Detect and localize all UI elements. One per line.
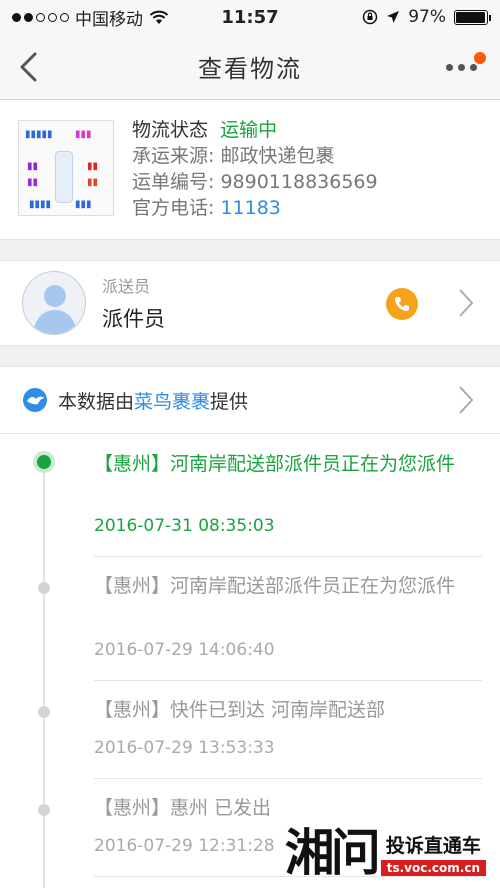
avatar <box>22 271 86 335</box>
battery-percent: 97% <box>408 7 446 27</box>
watermark-logo: 湘问 投诉直通车 ts.voc.com.cn <box>285 828 486 878</box>
phone-icon <box>395 297 409 311</box>
status-bar: 中国移动 11:57 97% <box>0 0 500 34</box>
signal-strength-icon <box>12 12 69 22</box>
phone-label: 官方电话: <box>132 197 215 219</box>
orientation-lock-icon <box>362 9 378 25</box>
phone-row: 官方电话: 11183 <box>132 198 378 219</box>
courier-row[interactable]: 派送员 派件员 <box>0 260 500 346</box>
watermark-title: 投诉直通车 <box>385 834 481 857</box>
official-phone-link[interactable]: 11183 <box>220 197 280 219</box>
cainiao-bird-icon <box>23 388 47 412</box>
timeline-event-text: 【惠州】快件已到达 河南岸配送部 <box>94 699 386 721</box>
call-courier-button[interactable] <box>386 288 418 320</box>
battery-icon <box>454 9 491 25</box>
wifi-icon <box>149 10 169 24</box>
timeline-event-text: 【惠州】河南岸配送部派件员正在为您派件 <box>94 575 456 597</box>
chevron-right-icon <box>459 289 474 317</box>
more-button[interactable] <box>446 52 486 82</box>
timeline-event-time: 2016-07-29 12:31:28 <box>94 836 275 856</box>
timeline-event-text: 【惠州】河南岸配送部派件员正在为您派件 <box>94 453 456 475</box>
timeline-divider <box>94 556 482 557</box>
battery-fill <box>456 11 486 23</box>
chevron-left-icon <box>20 52 37 82</box>
back-button[interactable] <box>18 50 48 84</box>
timeline-dot <box>38 582 50 594</box>
chevron-right-icon <box>459 386 474 414</box>
source-provider-link[interactable]: 菜鸟裹裹 <box>134 387 210 414</box>
page-title: 查看物流 <box>198 55 302 83</box>
status-left: 中国移动 <box>12 5 169 30</box>
product-thumbnail: ▮▮▮▮▮ ▮▮▮ ▮▮ ▮▮ ▮▮ ▮▮ ▮▮▮▮ ▮▮▮ <box>18 120 114 216</box>
source-prefix: 本数据由 <box>58 390 135 413</box>
timeline-dot <box>38 804 50 816</box>
timeline-dot-active <box>33 451 55 473</box>
shipment-info-card: ▮▮▮▮▮ ▮▮▮ ▮▮ ▮▮ ▮▮ ▮▮ ▮▮▮▮ ▮▮▮ 物流状态 运输中 … <box>0 100 500 240</box>
timeline-event-time: 2016-07-29 13:53:33 <box>94 738 275 758</box>
timeline-line <box>43 462 45 888</box>
notification-badge <box>474 52 486 64</box>
tracking-number: 9890118836569 <box>220 171 378 193</box>
carrier-label: 承运来源: <box>132 145 215 167</box>
status-label: 物流状态 <box>132 119 209 141</box>
shipment-details: 物流状态 运输中 承运来源: 邮政快递包裹 运单编号: 989011883656… <box>132 120 378 219</box>
timeline-event-time: 2016-07-31 08:35:03 <box>94 516 275 536</box>
timeline-divider <box>94 680 482 681</box>
status-value: 运输中 <box>220 119 278 141</box>
status-row: 物流状态 运输中 <box>132 120 378 141</box>
status-right: 97% <box>362 7 491 27</box>
courier-name: 派件员 <box>102 307 165 331</box>
nav-bar: 查看物流 <box>0 34 500 100</box>
location-arrow-icon <box>387 11 400 23</box>
timeline-event-text: 【惠州】惠州 已发出 <box>94 797 272 819</box>
source-suffix: 提供 <box>210 390 249 413</box>
data-source-row[interactable]: 本数据由 菜鸟裹裹 提供 <box>0 366 500 434</box>
more-dots-icon <box>446 64 477 71</box>
timeline-event-time: 2016-07-29 14:06:40 <box>94 640 275 660</box>
watermark-brand: 湘问 <box>284 823 381 882</box>
user-silhouette-icon <box>33 285 77 334</box>
carrier-value: 邮政快递包裹 <box>220 145 335 167</box>
carrier-row: 承运来源: 邮政快递包裹 <box>132 146 378 167</box>
carrier-name: 中国移动 <box>75 9 143 30</box>
watermark-text: 投诉直通车 ts.voc.com.cn <box>380 831 486 876</box>
courier-info: 派送员 派件员 <box>102 273 165 333</box>
tracking-row: 运单编号: 9890118836569 <box>132 172 378 193</box>
courier-role: 派送员 <box>102 277 151 296</box>
tracking-timeline: 【惠州】河南岸配送部派件员正在为您派件 2016-07-31 08:35:03 … <box>0 434 500 888</box>
tracking-label: 运单编号: <box>132 171 215 193</box>
timeline-dot <box>38 706 50 718</box>
watermark-url: ts.voc.com.cn <box>380 859 486 876</box>
timeline-divider <box>94 778 482 779</box>
